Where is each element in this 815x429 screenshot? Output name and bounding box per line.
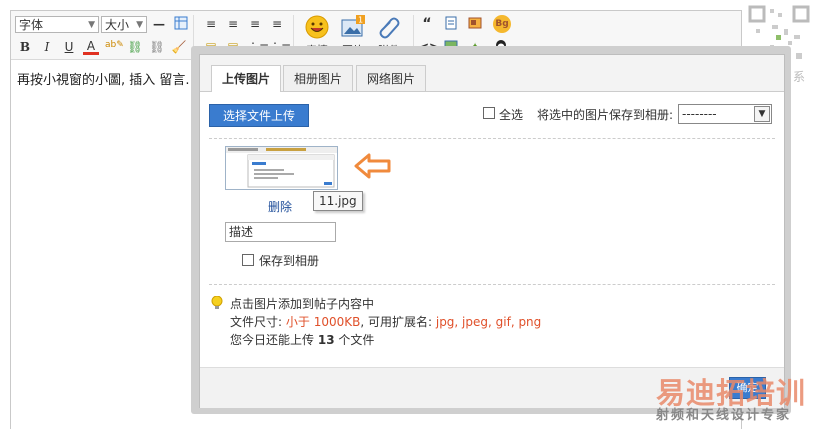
font-family-select[interactable]: 字体 ▼ xyxy=(15,16,99,33)
tab-web-images[interactable]: 网络图片 xyxy=(356,65,427,91)
album-select-value: -------- xyxy=(682,107,717,121)
editor-content[interactable]: 再按小視窗的小圖, 插入 留言. xyxy=(17,69,190,88)
select-all-label: 全选 xyxy=(499,108,524,122)
italic-button[interactable]: I xyxy=(39,39,55,55)
image-upload-dialog: 上传图片 相册图片 网络图片 选择文件上传 全选 将选中的图片保存到相册: --… xyxy=(199,54,785,408)
font-color-button[interactable]: A xyxy=(83,39,99,55)
paperclip-icon xyxy=(379,17,400,39)
watermark-subtitle: 射频和天线设计专家 xyxy=(656,408,792,423)
font-size-select[interactable]: 大小 ▼ xyxy=(101,16,147,33)
chevron-down-icon: ▼ xyxy=(88,20,95,30)
bold-button[interactable]: B xyxy=(17,39,33,55)
image-description-input[interactable]: 描述 xyxy=(225,222,336,242)
media-icon[interactable] xyxy=(467,16,483,32)
save-to-album-checkbox-label: 保存到相册 xyxy=(259,254,320,268)
uploaded-image-thumbnail[interactable] xyxy=(225,146,338,190)
tip-click-image: 点击图片添加到帖子内容中 xyxy=(230,297,375,311)
select-all-checkbox[interactable] xyxy=(483,107,495,119)
align-center-icon[interactable]: ≡ xyxy=(225,16,241,32)
smiley-icon xyxy=(305,15,329,39)
remain-prefix: 您今日还能上传 xyxy=(230,333,315,347)
size-select-label: 大小 xyxy=(105,18,130,32)
underline-button[interactable]: U xyxy=(61,39,77,55)
font-select-label: 字体 xyxy=(19,18,44,32)
tip-remaining-uploads: 您今日还能上传 13 个文件 xyxy=(230,331,374,348)
filename-tooltip: 11.jpg xyxy=(313,191,363,211)
screenshot-thumbnail-image xyxy=(226,147,337,188)
size-value: 小于 1000KB xyxy=(285,315,361,329)
tab-album-images[interactable]: 相册图片 xyxy=(283,65,354,91)
divider xyxy=(209,284,775,285)
ext-value: jpg, jpeg, gif, png xyxy=(435,315,542,329)
delete-image-link[interactable]: 删除 xyxy=(268,198,292,215)
align-right-icon[interactable]: ≡ xyxy=(247,16,263,32)
dialog-tabs: 上传图片 相册图片 网络图片 xyxy=(200,55,784,92)
clear-format-icon[interactable]: 🧹 xyxy=(171,39,187,55)
align-justify-icon[interactable]: ≡ xyxy=(269,16,285,32)
document-icon[interactable] xyxy=(443,16,459,32)
divider xyxy=(209,138,775,139)
remain-suffix: 个文件 xyxy=(338,333,375,347)
ext-prefix: , 可用扩展名: xyxy=(360,315,433,329)
hr-icon[interactable]: — xyxy=(151,16,167,32)
quote-button[interactable]: “ xyxy=(419,16,435,32)
image-icon: 1 xyxy=(341,15,365,37)
unlink-icon[interactable]: ⛓ xyxy=(149,39,165,55)
chevron-down-icon: ▼ xyxy=(754,106,770,122)
album-select[interactable]: -------- ▼ xyxy=(678,104,772,124)
svg-text:1: 1 xyxy=(358,16,363,25)
save-to-album-checkbox[interactable] xyxy=(242,254,254,266)
link-icon[interactable]: ⛓ xyxy=(127,39,143,55)
choose-file-upload-button[interactable]: 选择文件上传 xyxy=(209,104,309,127)
tab-upload-image[interactable]: 上传图片 xyxy=(211,65,282,92)
background-color-button[interactable]: Bg xyxy=(493,15,511,33)
size-prefix: 文件尺寸: xyxy=(230,315,283,329)
remain-count: 13 xyxy=(317,333,335,347)
align-left-icon[interactable]: ≡ xyxy=(203,16,219,32)
arrow-left-icon xyxy=(354,153,391,179)
lightbulb-icon xyxy=(211,296,223,309)
table-icon[interactable] xyxy=(173,16,189,32)
highlight-icon[interactable]: ab✎ xyxy=(105,37,124,53)
save-to-album-label: 将选中的图片保存到相册: xyxy=(537,108,674,122)
tip-file-size: 文件尺寸: 小于 1000KB, 可用扩展名: jpg, jpeg, gif, … xyxy=(230,313,541,330)
chevron-down-icon: ▼ xyxy=(136,20,143,30)
